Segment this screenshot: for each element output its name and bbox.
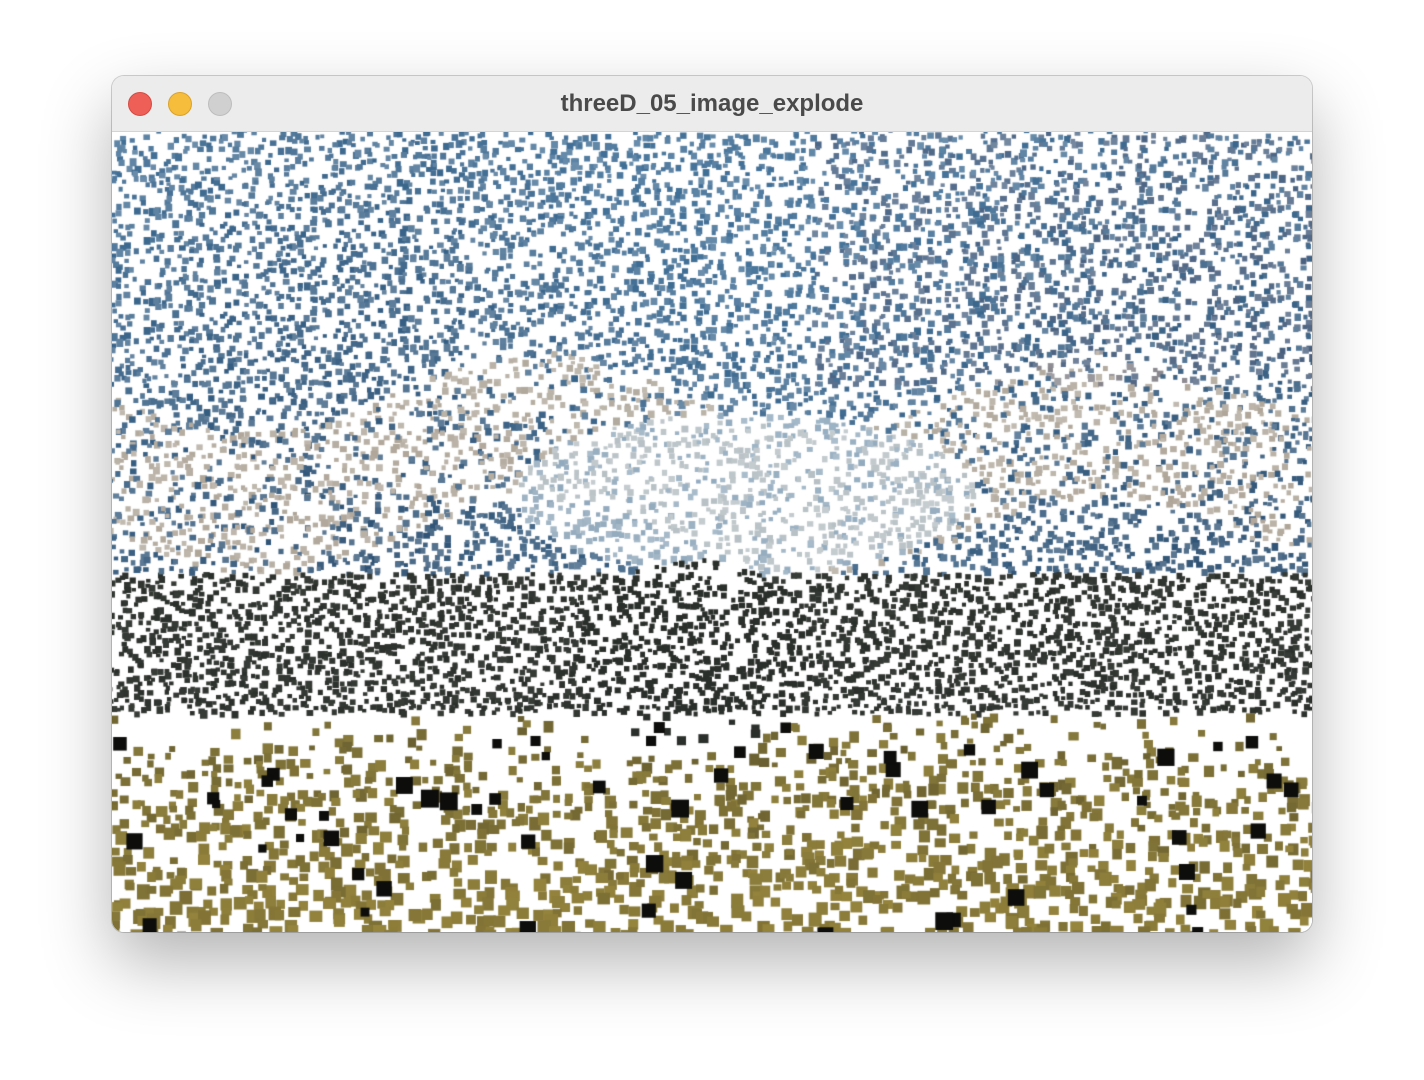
sketch-canvas[interactable]: [112, 132, 1312, 932]
title-bar[interactable]: threeD_05_image_explode: [112, 76, 1312, 132]
desktop: threeD_05_image_explode: [0, 0, 1424, 1080]
window-title: threeD_05_image_explode: [560, 90, 864, 117]
app-window: threeD_05_image_explode: [112, 76, 1312, 932]
sketch-canvas-area[interactable]: [112, 132, 1312, 932]
